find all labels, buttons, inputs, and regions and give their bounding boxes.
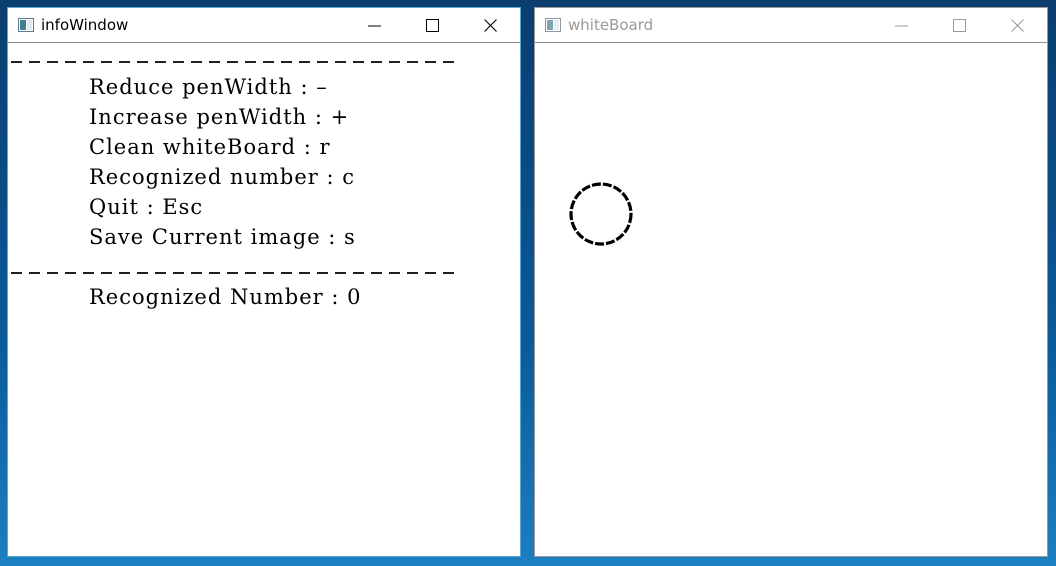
info-window-content: Reduce penWidth : – Increase penWidth : … — [8, 44, 520, 556]
info-line-recognize-number: Recognized number : c — [89, 165, 355, 189]
minimize-icon — [895, 25, 908, 27]
close-button[interactable] — [989, 8, 1047, 43]
minimize-button[interactable] — [346, 8, 404, 43]
info-line-increase-penwidth: Increase penWidth : + — [89, 105, 350, 129]
minimize-button[interactable] — [873, 8, 931, 43]
close-icon — [484, 19, 497, 32]
maximize-button[interactable] — [931, 8, 989, 43]
info-line-reduce-penwidth: Reduce penWidth : – — [89, 75, 328, 99]
maximize-icon — [953, 19, 966, 32]
app-window-icon — [545, 18, 561, 32]
info-window[interactable]: infoWindow Reduce penWidth : – Increase … — [7, 7, 521, 557]
info-line-quit: Quit : Esc — [89, 195, 204, 219]
minimize-icon — [368, 25, 381, 27]
info-line-clean-whiteboard: Clean whiteBoard : r — [89, 135, 331, 159]
info-line-save-image: Save Current image : s — [89, 225, 356, 249]
drawing-surface[interactable] — [535, 44, 1047, 556]
drawn-circle-stroke — [569, 182, 633, 246]
whiteboard-window-titlebar[interactable]: whiteBoard — [535, 8, 1047, 43]
window-title: infoWindow — [41, 16, 129, 34]
close-button[interactable] — [462, 8, 520, 43]
recognized-number-result: Recognized Number : 0 — [89, 285, 362, 309]
window-title: whiteBoard — [568, 16, 654, 34]
maximize-icon — [426, 19, 439, 32]
whiteboard-window[interactable]: whiteBoard — [534, 7, 1048, 557]
app-window-icon — [18, 18, 34, 32]
info-window-titlebar[interactable]: infoWindow — [8, 8, 520, 43]
close-icon — [1011, 19, 1024, 32]
whiteboard-canvas[interactable] — [535, 44, 1047, 556]
dashed-divider-bottom — [11, 272, 459, 274]
maximize-button[interactable] — [404, 8, 462, 43]
dashed-divider-top — [11, 61, 459, 63]
